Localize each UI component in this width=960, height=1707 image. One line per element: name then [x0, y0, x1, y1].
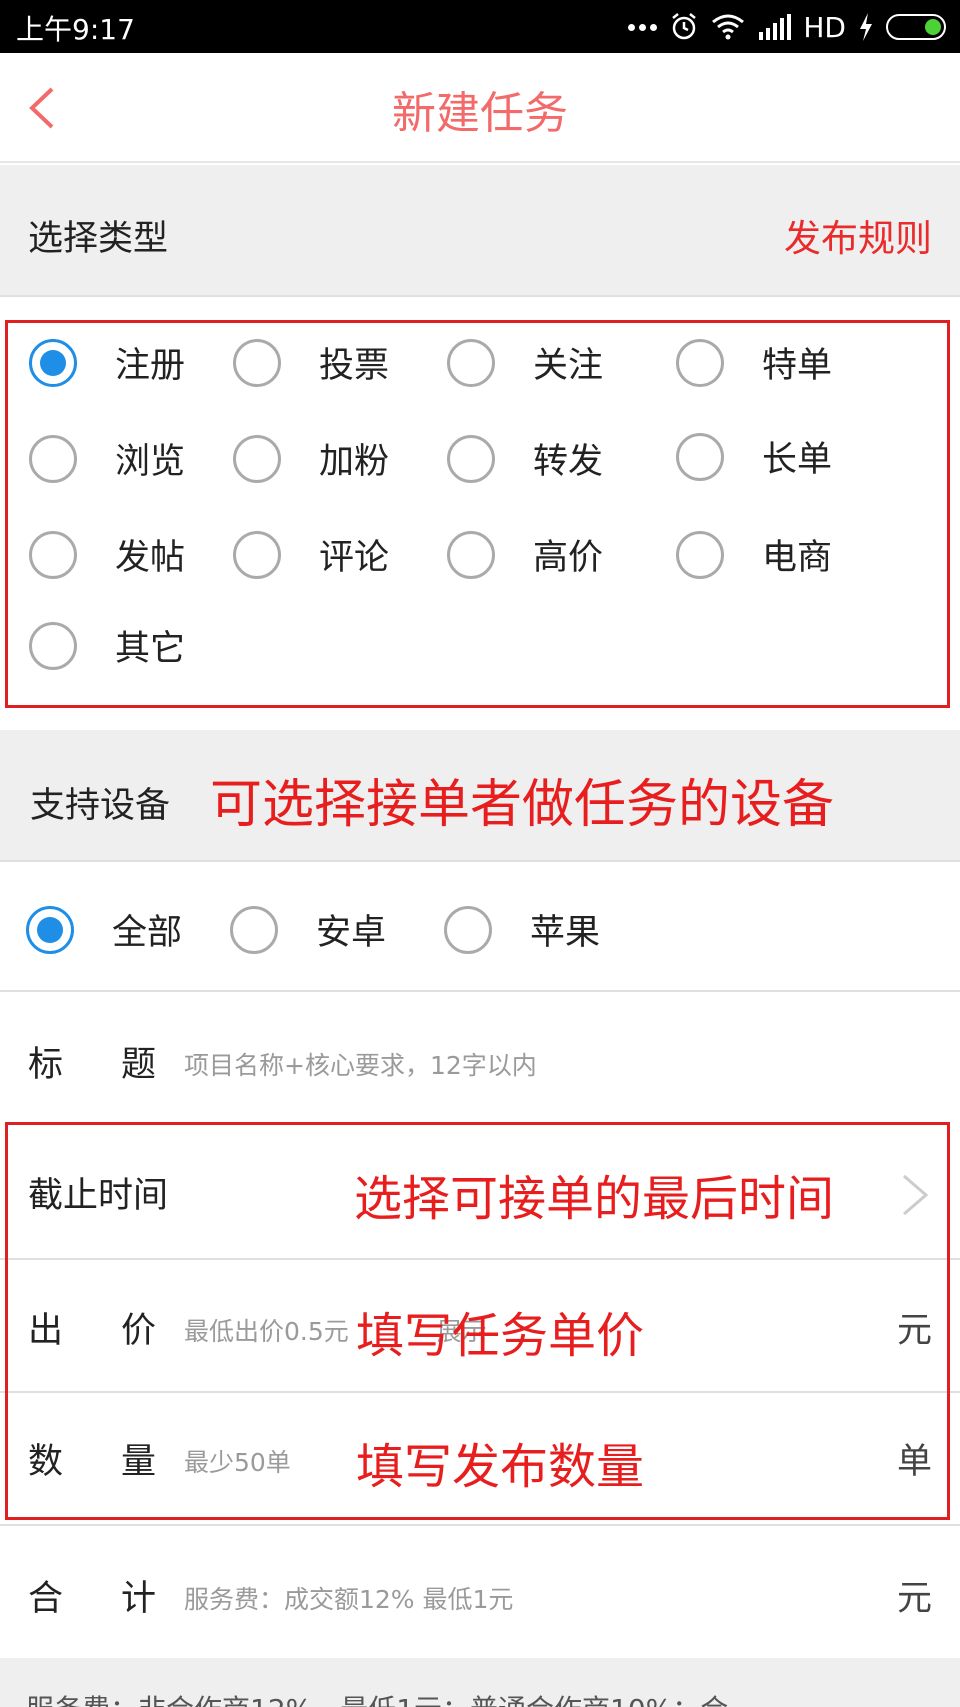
total-row: 合计 服务费：成交额12% 最低1元 元 — [0, 1526, 960, 1656]
quantity-annotation: 填写发布数量 — [356, 1439, 645, 1495]
radio-button[interactable] — [447, 434, 495, 483]
radio-option-special[interactable]: 特单 — [676, 337, 832, 388]
device-annotation: 可选择接单者做任务的设备 — [210, 775, 835, 835]
charging-icon — [860, 13, 872, 41]
deadline-label: 截止时间 — [28, 1176, 169, 1216]
status-time: 上午9:17 — [16, 13, 135, 46]
title-input[interactable]: 项目名称+核心要求，12字以内 — [184, 1046, 537, 1082]
radio-option-android[interactable]: 安卓 — [230, 904, 386, 955]
radio-option-comment[interactable]: 评论 — [233, 529, 389, 580]
price-row[interactable]: 出价 最低出价0.5元 展示 填写任务单价 元 — [0, 1260, 960, 1390]
alarm-icon — [672, 13, 697, 40]
title-row[interactable]: 标题 项目名称+核心要求，12字以内 — [0, 994, 960, 1120]
radio-option-post[interactable]: 发帖 — [29, 529, 185, 580]
radio-option-browse[interactable]: 浏览 — [29, 433, 185, 484]
radio-button[interactable] — [26, 905, 74, 954]
device-section-header: 支持设备 可选择接单者做任务的设备 — [0, 730, 960, 862]
radio-button[interactable] — [444, 905, 492, 954]
device-options-row: 全部 安卓 苹果 — [0, 864, 960, 992]
radio-option-follow[interactable]: 关注 — [447, 337, 603, 388]
task-type-group: 注册 投票 关注 特单 浏览 加粉 转发 长单 发帖 评论 高价 电商 其它 — [5, 320, 950, 708]
status-bar: 上午9:17 HD — [0, 0, 960, 53]
more-dots-icon — [628, 23, 658, 31]
page-title: 新建任务 — [392, 88, 568, 139]
footer-text: 服务费：非合作商12%，最低1元；普通合作商10%；合 — [26, 1688, 728, 1707]
deadline-row[interactable]: 截止时间 选择可接单的最后时间 — [0, 1125, 960, 1257]
signal-icon — [759, 14, 792, 40]
radio-button[interactable] — [447, 338, 495, 387]
total-hint: 服务费：成交额12% 最低1元 — [184, 1585, 514, 1614]
radio-button[interactable] — [29, 530, 77, 579]
price-label: 出价 — [28, 1311, 157, 1351]
quantity-label: 数量 — [28, 1442, 157, 1482]
total-label: 合计 — [28, 1579, 157, 1619]
title-label: 标题 — [28, 1045, 157, 1085]
radio-option-ecommerce[interactable]: 电商 — [676, 529, 832, 580]
battery-icon — [886, 14, 946, 40]
radio-button[interactable] — [233, 530, 281, 579]
quantity-row[interactable]: 数量 最少50单 填写发布数量 单 — [0, 1393, 960, 1517]
nav-bar: 新建任务 — [0, 53, 960, 163]
device-section-label: 支持设备 — [30, 786, 171, 826]
network-type: HD — [803, 10, 846, 44]
status-icons: HD — [628, 9, 946, 45]
radio-option-all[interactable]: 全部 — [26, 904, 182, 955]
radio-option-other[interactable]: 其它 — [29, 620, 185, 671]
radio-button[interactable] — [29, 434, 77, 483]
quantity-unit: 单 — [896, 1442, 932, 1482]
radio-button[interactable] — [29, 621, 77, 670]
radio-option-add-fans[interactable]: 加粉 — [233, 433, 389, 484]
radio-button[interactable] — [233, 434, 281, 483]
radio-button[interactable] — [676, 338, 724, 387]
footer-note: 服务费：非合作商12%，最低1元；普通合作商10%；合 — [0, 1658, 960, 1707]
type-section-label: 选择类型 — [28, 219, 169, 259]
radio-option-vote[interactable]: 投票 — [233, 337, 389, 388]
radio-button[interactable] — [29, 338, 77, 387]
radio-option-high-price[interactable]: 高价 — [447, 529, 603, 580]
radio-option-ios[interactable]: 苹果 — [444, 904, 600, 955]
radio-button[interactable] — [447, 530, 495, 579]
radio-option-long-order[interactable]: 长单 — [676, 431, 832, 482]
radio-option-forward[interactable]: 转发 — [447, 433, 603, 484]
price-unit: 元 — [896, 1311, 932, 1351]
radio-button[interactable] — [230, 905, 278, 954]
radio-option-register[interactable]: 注册 — [29, 337, 185, 388]
price-annotation: 填写任务单价 — [356, 1308, 645, 1364]
wifi-icon — [712, 14, 745, 40]
total-unit: 元 — [896, 1579, 932, 1619]
radio-button[interactable] — [676, 530, 724, 579]
radio-button[interactable] — [676, 432, 724, 481]
deadline-annotation: 选择可接单的最后时间 — [354, 1171, 835, 1227]
publish-rules-link[interactable]: 发布规则 — [784, 208, 932, 262]
radio-button[interactable] — [233, 338, 281, 387]
type-section-header: 选择类型 发布规则 — [0, 165, 960, 297]
quantity-input[interactable]: 最少50单 — [184, 1443, 291, 1479]
chevron-right-icon[interactable] — [898, 1172, 932, 1218]
